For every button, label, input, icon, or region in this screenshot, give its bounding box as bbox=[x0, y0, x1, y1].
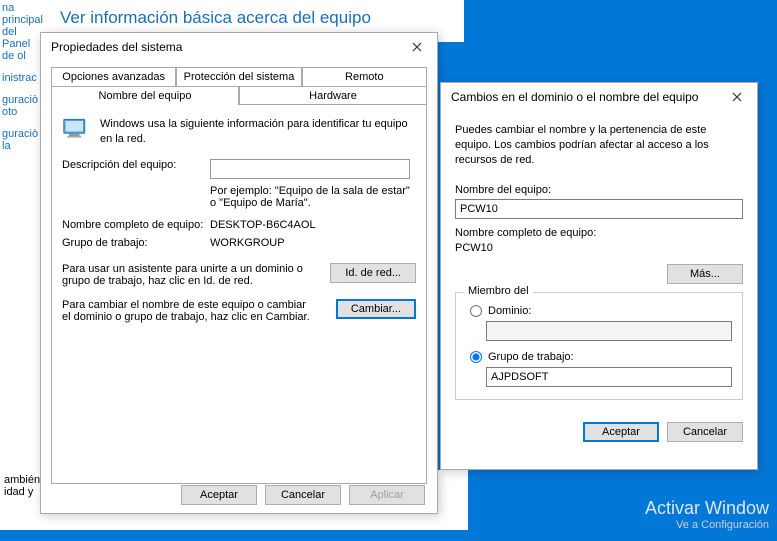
description-input[interactable] bbox=[210, 159, 410, 179]
ok-button[interactable]: Aceptar bbox=[583, 422, 659, 442]
more-button[interactable]: Más... bbox=[667, 264, 743, 284]
change-button[interactable]: Cambiar... bbox=[336, 299, 416, 319]
activate-windows-watermark: Activar Window Ve a Configuración bbox=[645, 498, 769, 531]
fullname-value: DESKTOP-B6C4AOL bbox=[210, 219, 316, 231]
fullname-value: PCW10 bbox=[455, 242, 743, 254]
close-icon[interactable] bbox=[727, 87, 747, 107]
system-properties-dialog: Propiedades del sistema Opciones avanzad… bbox=[40, 32, 438, 514]
computer-icon bbox=[62, 117, 90, 139]
dialog-titlebar[interactable]: Propiedades del sistema bbox=[41, 33, 437, 61]
fullname-label: Nombre completo de equipo: bbox=[62, 219, 210, 231]
workgroup-label: Grupo de trabajo: bbox=[488, 351, 574, 363]
workgroup-value: WORKGROUP bbox=[210, 237, 285, 249]
computer-name-label: Nombre del equipo: bbox=[455, 184, 743, 196]
tab-remote[interactable]: Remoto bbox=[302, 67, 427, 86]
computer-name-input[interactable] bbox=[455, 199, 743, 219]
dialog-title: Propiedades del sistema bbox=[51, 40, 182, 54]
example-text: Por ejemplo: "Equipo de la sala de estar… bbox=[210, 185, 416, 209]
member-of-group: Miembro del Dominio: Grupo de trabajo: bbox=[455, 292, 743, 400]
intro-text: Puedes cambiar el nombre y la pertenenci… bbox=[455, 123, 743, 168]
tab-computer-name[interactable]: Nombre del equipo bbox=[51, 86, 239, 105]
workgroup-input[interactable] bbox=[486, 367, 732, 387]
tab-hardware[interactable]: Hardware bbox=[239, 86, 427, 105]
apply-button[interactable]: Aplicar bbox=[349, 485, 425, 505]
cancel-button[interactable]: Cancelar bbox=[265, 485, 341, 505]
netid-helptext: Para usar un asistente para unirte a un … bbox=[62, 263, 312, 287]
ok-button[interactable]: Aceptar bbox=[181, 485, 257, 505]
domain-input[interactable] bbox=[486, 321, 732, 341]
workgroup-label: Grupo de trabajo: bbox=[62, 237, 210, 249]
change-helptext: Para cambiar el nombre de este equipo o … bbox=[62, 299, 312, 323]
workgroup-radio[interactable] bbox=[470, 351, 482, 363]
domain-name-change-dialog: Cambios en el dominio o el nombre del eq… bbox=[440, 82, 758, 470]
tab-protection[interactable]: Protección del sistema bbox=[176, 67, 301, 86]
dialog-title: Cambios en el dominio o el nombre del eq… bbox=[451, 90, 698, 104]
control-panel-sidebar: na principal del Panel de ol inistrac gu… bbox=[0, 0, 44, 470]
intro-text: Windows usa la siguiente información par… bbox=[100, 117, 416, 147]
domain-radio[interactable] bbox=[470, 305, 482, 317]
dialog-titlebar[interactable]: Cambios en el dominio o el nombre del eq… bbox=[441, 83, 757, 111]
close-icon[interactable] bbox=[407, 37, 427, 57]
tab-advanced[interactable]: Opciones avanzadas bbox=[51, 67, 176, 86]
fullname-label: Nombre completo de equipo: bbox=[455, 227, 743, 239]
member-of-legend: Miembro del bbox=[464, 285, 533, 297]
description-label: Descripción del equipo: bbox=[62, 159, 210, 179]
cancel-button[interactable]: Cancelar bbox=[667, 422, 743, 442]
domain-label: Dominio: bbox=[488, 305, 531, 317]
network-id-button[interactable]: Id. de red... bbox=[330, 263, 416, 283]
